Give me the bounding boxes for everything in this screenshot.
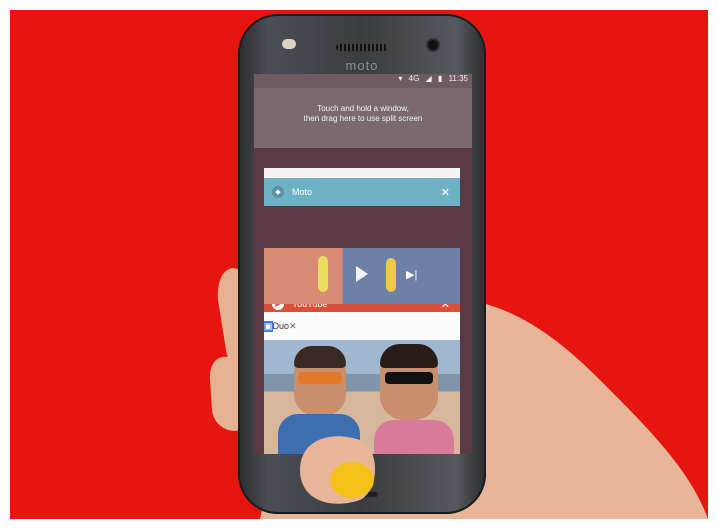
painted-thumbnail: [330, 462, 374, 498]
scene: moto ▾ 4G ◢ ▮ 11:35 Touch and hold a win…: [0, 0, 718, 529]
thumb-overlay: [300, 436, 375, 504]
